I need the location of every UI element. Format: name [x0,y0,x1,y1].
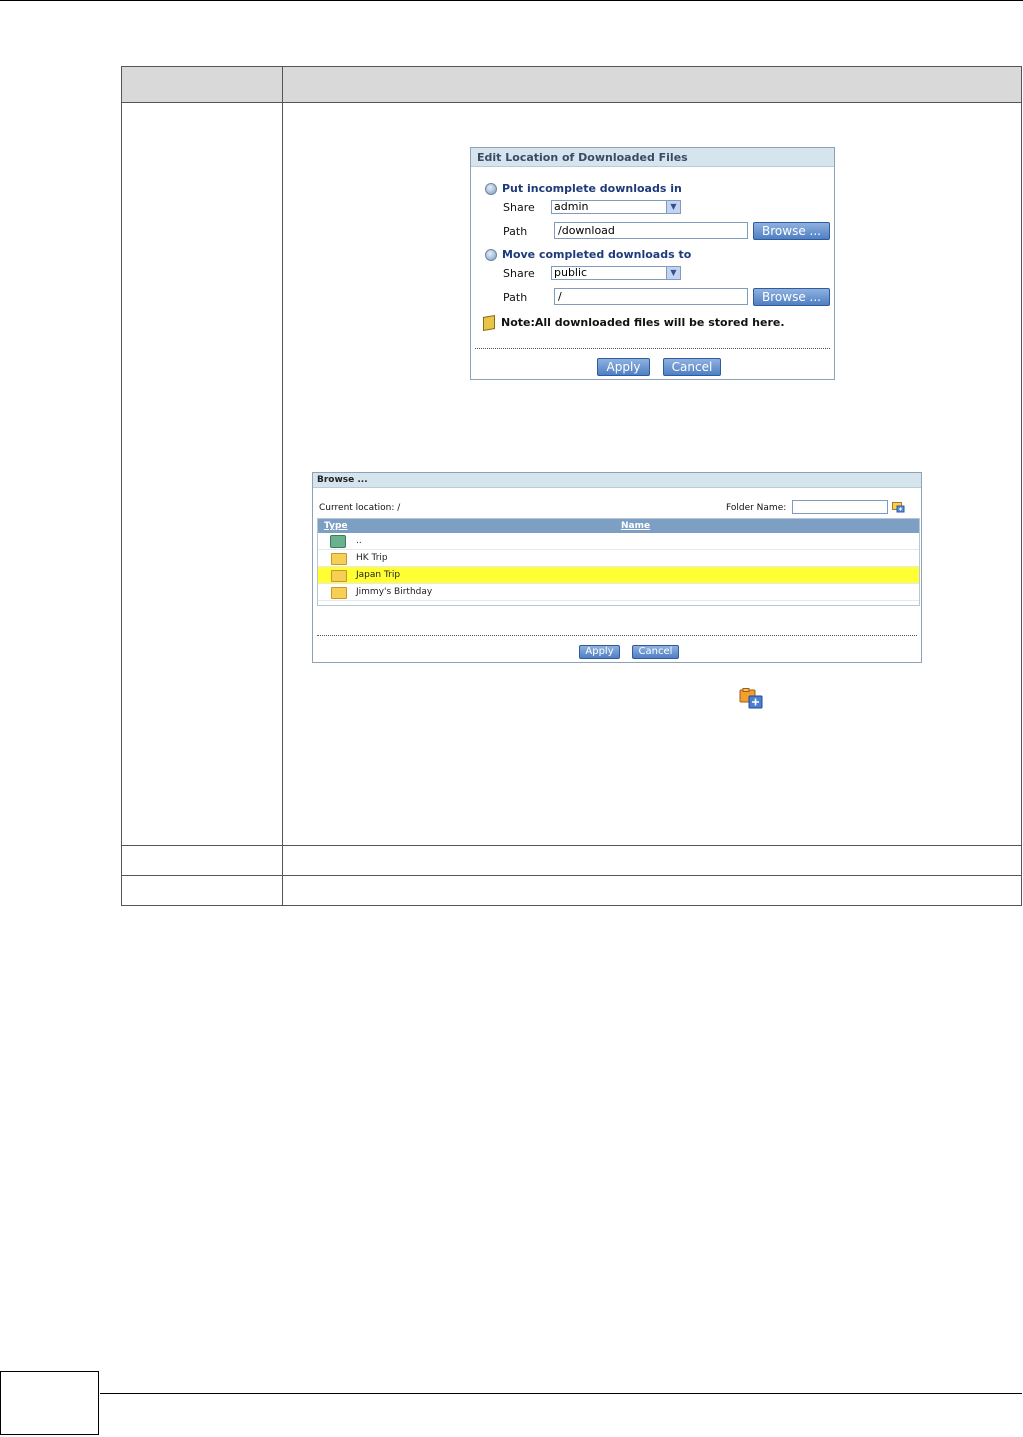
folder-name-label: Folder Name: [726,503,787,513]
item-name: .. [356,536,362,546]
incomplete-downloads-option[interactable]: Put incomplete downloads in [485,182,682,195]
file-list: Type Name .. HK Trip Japan Trip Jimmy's … [317,518,920,606]
path-label: Path [503,225,528,238]
footer-rule [100,1393,1022,1394]
up-folder-icon [330,535,346,548]
cancel-button[interactable]: Cancel [663,358,721,376]
note-icon [483,314,495,332]
table-row [121,845,1022,876]
folder-name-input[interactable] [792,500,888,514]
folder-icon [331,587,347,599]
cancel-button[interactable]: Cancel [632,645,679,659]
completed-share-value: public [554,266,588,279]
page-number-box [0,1371,99,1435]
folder-icon [331,570,347,582]
header-cell-description [282,66,1022,103]
file-list-header: Type Name [318,519,919,533]
share-label: Share [503,201,535,214]
chevron-down-icon[interactable]: ▼ [666,267,680,279]
path-label: Path [503,291,528,304]
browse-button[interactable]: Browse ... [753,288,830,306]
table-cell [282,845,1022,876]
incomplete-share-value: admin [554,200,589,213]
dialog-title: Edit Location of Downloaded Files [471,148,834,167]
completed-heading: Move completed downloads to [502,248,692,261]
folder-icon [331,553,347,565]
list-item-parent[interactable]: .. [318,533,919,550]
item-name: HK Trip [356,553,388,563]
new-folder-icon [739,688,763,709]
table-cell [121,875,283,906]
incomplete-heading: Put incomplete downloads in [502,182,682,195]
note-text: Note:All downloaded files will be stored… [483,314,785,332]
column-name[interactable]: Name [621,521,650,531]
header-cell-label [121,66,283,103]
edit-location-dialog: Edit Location of Downloaded Files Put in… [470,147,835,380]
item-name: Japan Trip [356,570,401,580]
note-label: Note:All downloaded files will be stored… [501,316,785,329]
divider [317,635,917,636]
item-name: Jimmy's Birthday [356,587,433,597]
radio-icon[interactable] [485,249,497,261]
list-item[interactable]: HK Trip [318,550,919,567]
browse-dialog: Browse ... Current location: / Folder Na… [312,472,922,663]
table-cell [121,102,283,846]
chevron-down-icon[interactable]: ▼ [666,201,680,213]
share-label: Share [503,267,535,280]
table-header-row [121,66,1022,103]
list-item-selected[interactable]: Japan Trip [318,567,919,584]
apply-button[interactable]: Apply [597,358,650,376]
dialog-title: Browse ... [313,473,921,488]
new-folder-icon[interactable] [892,501,905,513]
header-rule [0,0,1023,1]
incomplete-share-select[interactable]: admin ▼ [551,200,681,214]
table-row [121,875,1022,906]
incomplete-path-input[interactable]: /download [554,222,748,239]
divider [475,348,830,349]
completed-path-input[interactable]: / [554,288,748,305]
completed-share-select[interactable]: public ▼ [551,266,681,280]
radio-icon[interactable] [485,183,497,195]
column-type[interactable]: Type [324,521,347,531]
current-location: Current location: / [319,503,401,513]
browse-button[interactable]: Browse ... [753,222,830,240]
completed-downloads-option[interactable]: Move completed downloads to [485,248,691,261]
table-cell [282,875,1022,906]
table-cell [121,845,283,876]
list-item[interactable]: Jimmy's Birthday [318,584,919,601]
apply-button[interactable]: Apply [579,645,620,659]
